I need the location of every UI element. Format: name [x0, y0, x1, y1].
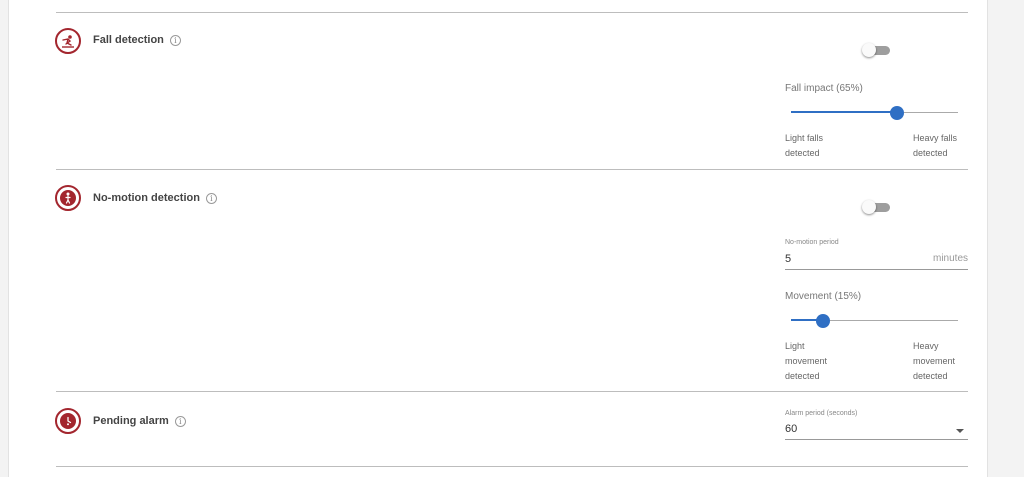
- no-motion-title: No-motion detection i: [93, 192, 217, 204]
- movement-max-label-line: Heavy: [913, 341, 939, 351]
- settings-panel: [8, 0, 988, 477]
- no-motion-label: No-motion detection: [93, 192, 200, 204]
- movement-label: Movement (15%): [785, 291, 862, 302]
- info-icon[interactable]: i: [169, 34, 181, 46]
- movement-max-label: Heavy movement detected: [913, 339, 955, 384]
- pending-alarm-label: Pending alarm: [93, 415, 169, 427]
- fall-max-label: Heavy falls detected: [913, 131, 957, 161]
- no-motion-period-label: No-motion period: [785, 239, 839, 246]
- pending-alarm-icon: [55, 408, 81, 434]
- no-motion-period-field[interactable]: 5 minutes: [785, 251, 968, 270]
- divider: [56, 391, 968, 392]
- divider: [56, 169, 968, 170]
- fall-detection-toggle[interactable]: [862, 43, 890, 57]
- movement-min-label-line: Light: [785, 341, 805, 351]
- no-motion-period-unit: minutes: [932, 253, 968, 264]
- fall-min-label-line: Light falls: [785, 133, 824, 143]
- slider-thumb[interactable]: [890, 106, 904, 120]
- alarm-period-select[interactable]: 60: [785, 421, 968, 440]
- slider-fill: [791, 111, 897, 113]
- fall-impact-slider[interactable]: [791, 106, 958, 120]
- movement-min-label: Light movement detected: [785, 339, 827, 384]
- alarm-period-value: 60: [785, 423, 798, 435]
- no-motion-period-value: 5: [785, 253, 792, 265]
- fall-detection-icon: [55, 28, 81, 54]
- movement-max-label-line: movement: [913, 356, 956, 366]
- fall-impact-label: Fall impact (65%): [785, 83, 863, 94]
- chevron-down-icon: [956, 429, 964, 433]
- fall-max-label-line: Heavy falls: [913, 133, 958, 143]
- fall-min-label: Light falls detected: [785, 131, 823, 161]
- info-icon[interactable]: i: [174, 415, 186, 427]
- toggle-knob: [862, 43, 876, 57]
- pending-alarm-icon-inner: [60, 413, 76, 429]
- movement-min-label-line: detected: [785, 371, 820, 381]
- no-motion-icon-inner: [60, 190, 76, 206]
- fall-detection-label: Fall detection: [93, 34, 164, 46]
- movement-min-label-line: movement: [785, 356, 828, 366]
- pending-alarm-title: Pending alarm i: [93, 415, 186, 427]
- divider: [56, 12, 968, 13]
- movement-slider[interactable]: [791, 314, 958, 328]
- slider-thumb[interactable]: [816, 314, 830, 328]
- alarm-period-label: Alarm period (seconds): [785, 410, 858, 417]
- movement-max-label-line: detected: [913, 371, 948, 381]
- toggle-knob: [862, 200, 876, 214]
- fall-max-label-line: detected: [913, 148, 948, 158]
- no-motion-icon: [55, 185, 81, 211]
- no-motion-toggle[interactable]: [862, 200, 890, 214]
- fall-detection-title: Fall detection i: [93, 34, 181, 46]
- fall-min-label-line: detected: [785, 148, 820, 158]
- info-icon[interactable]: i: [205, 192, 217, 204]
- divider: [56, 466, 968, 467]
